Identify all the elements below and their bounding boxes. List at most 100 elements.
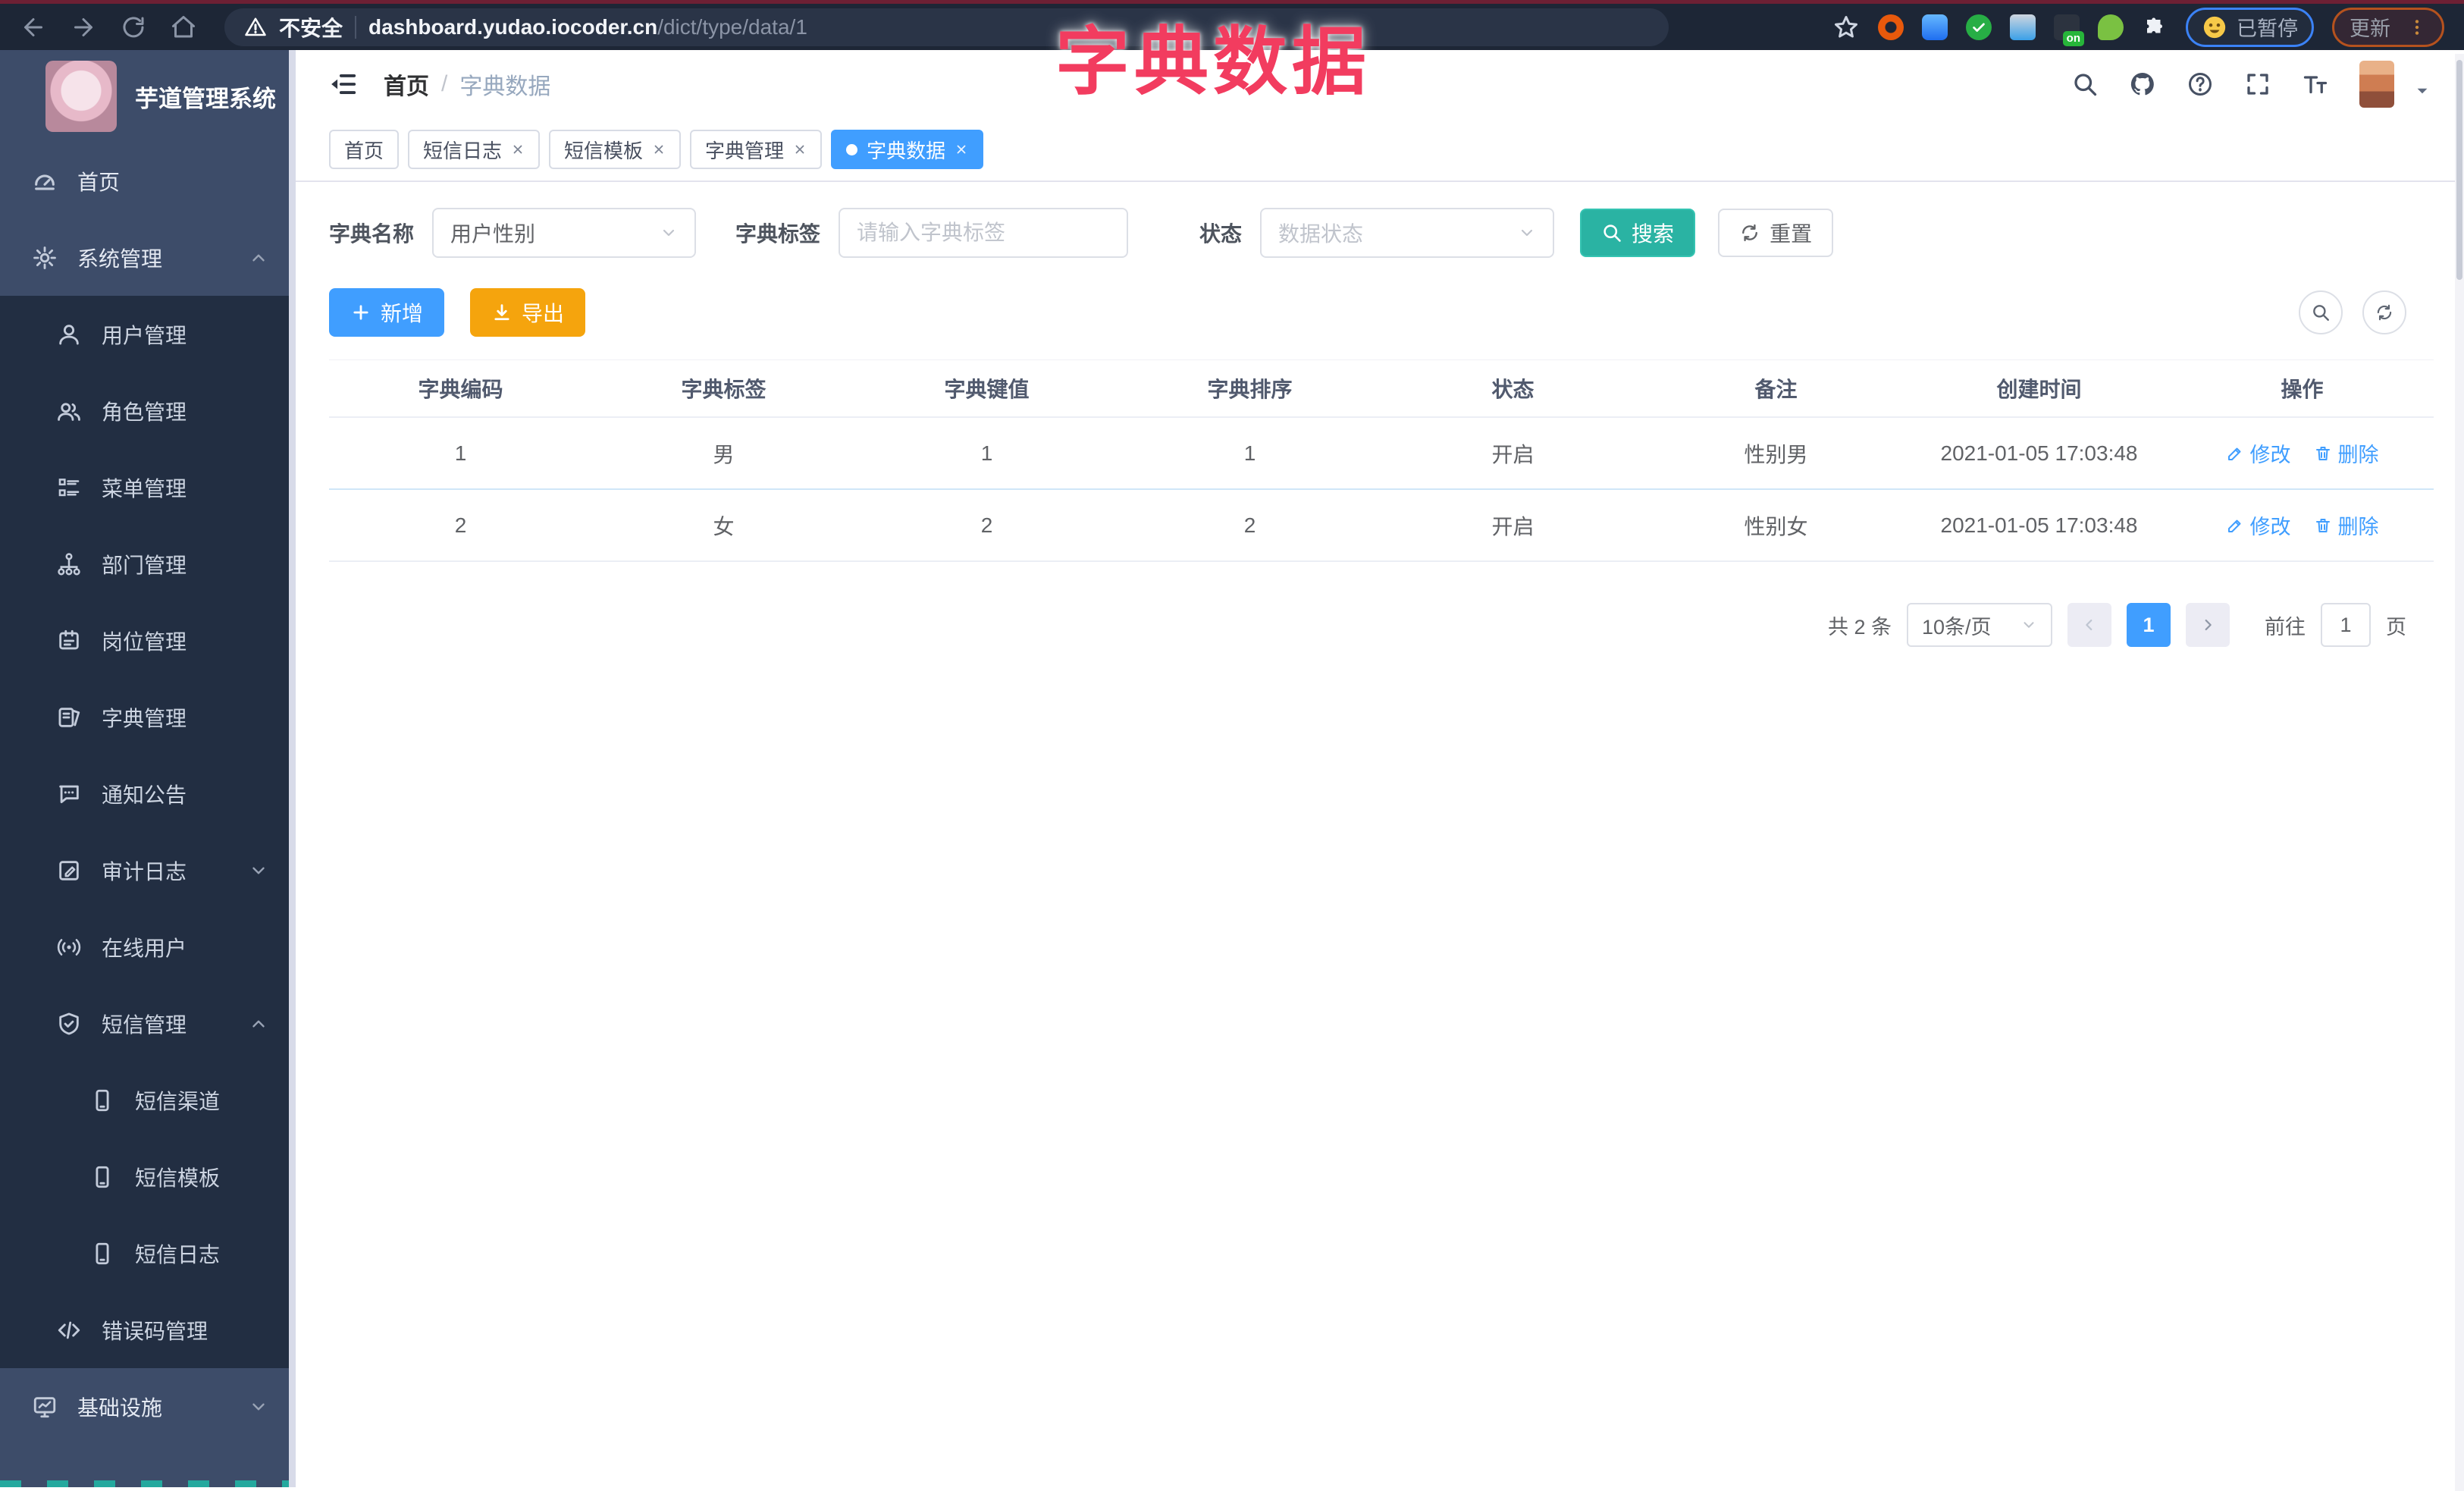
tab-sms-log[interactable]: 短信日志: [408, 130, 541, 169]
extension-icon-dark[interactable]: on: [2054, 14, 2084, 46]
forward-icon[interactable]: [70, 14, 97, 41]
extension-icon-orange[interactable]: [1878, 14, 1904, 40]
col-header: 字典标签: [681, 378, 766, 401]
table-row[interactable]: 2 女 2 2 开启 性别女 2021-01-05 17:03:48 修改 删除: [329, 490, 2434, 562]
search-button[interactable]: 搜索: [1580, 209, 1696, 257]
cell-created: 2021-01-05 17:03:48: [1940, 441, 2138, 465]
chevron-up-icon: [249, 1014, 268, 1034]
close-icon[interactable]: [652, 143, 666, 156]
sidebar-item-menus[interactable]: 菜单管理: [0, 449, 296, 526]
tab-dict-data-active[interactable]: 字典数据: [831, 130, 984, 169]
add-button[interactable]: 新增: [329, 288, 445, 337]
tab-home[interactable]: 首页: [329, 130, 400, 169]
cell-label: 男: [713, 442, 735, 466]
sidebar-item-audit-log[interactable]: 审计日志: [0, 832, 296, 909]
extension-icon-leaf[interactable]: [2098, 14, 2124, 40]
cell-actions: 修改 删除: [2171, 510, 2434, 540]
dict-label-input[interactable]: [857, 221, 1111, 245]
tab-dict-manage[interactable]: 字典管理: [690, 130, 823, 169]
tab-sms-template[interactable]: 短信模板: [549, 130, 682, 169]
close-icon[interactable]: [793, 143, 807, 156]
sidebar-item-label: 角色管理: [102, 400, 187, 424]
table-row[interactable]: 1 男 1 1 开启 性别男 2021-01-05 17:03:48 修改 删除: [329, 418, 2434, 490]
update-label: 更新: [2350, 17, 2390, 40]
window-scrollbar[interactable]: [2455, 54, 2464, 1491]
edit-label: 修改: [2249, 444, 2291, 466]
extension-icon-blue[interactable]: [1922, 14, 1948, 40]
close-icon[interactable]: [955, 143, 968, 156]
add-button-label: 新增: [381, 302, 424, 325]
sidebar-item-users[interactable]: 用户管理: [0, 296, 296, 372]
status-select[interactable]: 数据状态: [1260, 208, 1555, 258]
search-icon[interactable]: [2071, 71, 2099, 98]
sidebar-item-sms-log[interactable]: 短信日志: [0, 1215, 296, 1292]
page-size-value: 10条/页: [1922, 615, 1992, 639]
sidebar-item-posts[interactable]: 岗位管理: [0, 602, 296, 679]
tab-label: 短信日志: [423, 139, 503, 162]
extension-icon-green-check[interactable]: [1966, 14, 1992, 40]
window-scrollbar-thumb[interactable]: [2456, 60, 2462, 280]
security-label: 不安全: [279, 16, 343, 40]
back-icon[interactable]: [20, 14, 47, 41]
delete-link[interactable]: 删除: [2314, 438, 2379, 468]
browser-menu-dots-icon[interactable]: [2407, 17, 2427, 37]
col-header: 状态: [1491, 378, 1535, 401]
extension-badge: on: [2062, 30, 2084, 46]
app-title: 芋道管理系统: [135, 85, 276, 112]
extensions-puzzle-icon[interactable]: [2142, 14, 2168, 40]
address-bar[interactable]: 不安全 dashboard.yudao.iocoder.cn/dict/type…: [224, 8, 1669, 46]
sidebar-item-system[interactable]: 系统管理: [0, 219, 296, 296]
prev-page-button[interactable]: [2067, 603, 2111, 647]
fullscreen-icon[interactable]: [2244, 71, 2271, 98]
user-avatar[interactable]: [2359, 61, 2394, 108]
tab-label: 首页: [344, 139, 384, 162]
app-header: 首页 / 字典数据: [296, 50, 2464, 118]
online-signal-icon: [56, 934, 82, 960]
code-icon: [56, 1317, 82, 1343]
edit-link[interactable]: 修改: [2226, 438, 2291, 468]
sidebar-item-error-codes[interactable]: 错误码管理: [0, 1292, 296, 1368]
goto-page-input[interactable]: [2321, 603, 2371, 647]
help-icon[interactable]: [2187, 71, 2214, 98]
close-icon[interactable]: [511, 143, 525, 156]
next-page-button[interactable]: [2186, 603, 2230, 647]
bookmark-star-icon[interactable]: [1832, 14, 1860, 41]
sidebar-item-infrastructure[interactable]: 基础设施: [0, 1368, 296, 1445]
cell-label: 女: [713, 514, 735, 538]
home-icon[interactable]: [170, 14, 197, 41]
update-button[interactable]: 更新: [2332, 7, 2444, 47]
sidebar-item-roles[interactable]: 角色管理: [0, 372, 296, 449]
sidebar-item-departments[interactable]: 部门管理: [0, 526, 296, 602]
caret-down-icon[interactable]: [2414, 83, 2431, 99]
sidebar-item-dict[interactable]: 字典管理: [0, 679, 296, 755]
sidebar-item-sms-channel[interactable]: 短信渠道: [0, 1062, 296, 1138]
page-size-select[interactable]: 10条/页: [1907, 603, 2052, 647]
toggle-search-button[interactable]: [2299, 290, 2343, 334]
sidebar-item-label: 错误码管理: [102, 1319, 208, 1343]
font-size-icon[interactable]: [2302, 71, 2329, 98]
app-logo: [45, 61, 117, 132]
current-page[interactable]: 1: [2127, 603, 2171, 647]
sidebar-fold-icon[interactable]: [329, 70, 358, 99]
sidebar-item-home[interactable]: 首页: [0, 143, 296, 219]
refresh-table-button[interactable]: [2362, 290, 2406, 334]
reset-button[interactable]: 重置: [1718, 209, 1834, 257]
sidebar-item-online-users[interactable]: 在线用户: [0, 909, 296, 985]
delete-link[interactable]: 删除: [2314, 510, 2379, 540]
github-icon[interactable]: [2129, 71, 2156, 98]
dict-name-select[interactable]: 用户性别: [432, 208, 697, 258]
extension-icon-grayblue[interactable]: [2010, 14, 2036, 40]
table-header-row: 字典编码 字典标签 字典键值 字典排序 状态 备注 创建时间 操作: [329, 360, 2434, 418]
cell-status: 开启: [1491, 514, 1535, 538]
reload-icon[interactable]: [120, 14, 147, 41]
edit-link[interactable]: 修改: [2226, 510, 2291, 540]
sidebar-scrollbar[interactable]: [289, 50, 296, 1487]
sidebar-item-sms[interactable]: 短信管理: [0, 985, 296, 1062]
breadcrumb-home[interactable]: 首页: [384, 67, 429, 101]
sidebar-item-sms-template[interactable]: 短信模板: [0, 1138, 296, 1215]
profile-chip[interactable]: 已暂停: [2186, 7, 2314, 47]
col-header: 备注: [1754, 378, 1798, 401]
export-button[interactable]: 导出: [470, 288, 586, 337]
search-icon: [1601, 222, 1622, 243]
sidebar-item-notices[interactable]: 通知公告: [0, 755, 296, 832]
